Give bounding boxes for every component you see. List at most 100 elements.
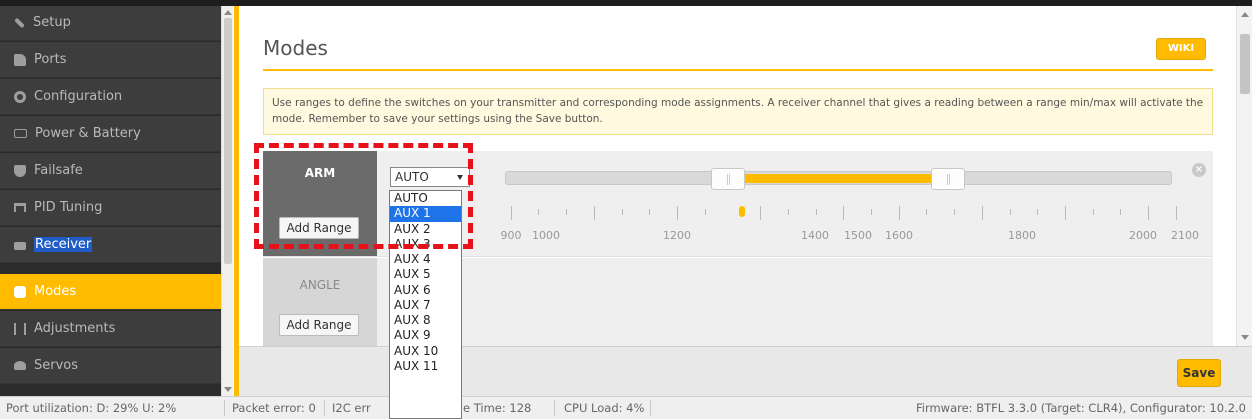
- channel-value-marker: [739, 206, 745, 217]
- scroll-up-arrow-icon[interactable]: [224, 10, 232, 15]
- add-range-button[interactable]: Add Range: [279, 217, 359, 239]
- receiver-icon: [14, 242, 26, 250]
- status-divider: [324, 400, 325, 416]
- scrollbar-thumb[interactable]: [224, 18, 232, 264]
- scale-label: 900: [500, 229, 522, 242]
- scale-tick: [1010, 209, 1011, 215]
- mode-name: ARM: [304, 166, 336, 180]
- dropdown-option[interactable]: AUTO: [390, 191, 461, 206]
- dropdown-option[interactable]: AUX 1: [390, 206, 461, 222]
- mode-name-box: ANGLE Add Range: [263, 258, 377, 347]
- scale-label: 1000: [532, 229, 560, 242]
- dropdown-option[interactable]: AUX 7: [390, 298, 461, 313]
- sidebar-item-receiver[interactable]: Receiver: [0, 227, 221, 263]
- range-min-handle[interactable]: [711, 168, 745, 190]
- shield-icon: [14, 164, 26, 177]
- sidebar-item-label: Ports: [34, 52, 67, 67]
- info-note: Use ranges to define the switches on you…: [263, 88, 1213, 135]
- sidebar-item-label: Modes: [34, 284, 77, 299]
- scale-tick: [843, 206, 844, 220]
- sidebar-item-label: Configuration: [34, 89, 123, 104]
- page-title: Modes: [263, 36, 328, 60]
- scale-tick: [511, 206, 512, 220]
- wrench-icon: [14, 17, 25, 28]
- channel-select[interactable]: AUTO: [390, 167, 470, 187]
- sidebar-scrollbar[interactable]: [221, 6, 233, 396]
- sidebar-item-ports[interactable]: Ports: [0, 42, 221, 78]
- scale-label: 2000: [1129, 229, 1157, 242]
- sidebar-item-failsafe[interactable]: Failsafe: [0, 153, 221, 189]
- scale-tick: [926, 209, 927, 215]
- sidebar: Setup Ports Configuration Power & Batter…: [0, 6, 221, 396]
- range-max-handle[interactable]: [931, 168, 965, 190]
- dropdown-option[interactable]: AUX 9: [390, 328, 461, 343]
- sidebar-item-adjustments[interactable]: Adjustments: [0, 311, 221, 347]
- add-range-button[interactable]: Add Range: [279, 314, 359, 336]
- sidebar-item-setup[interactable]: Setup: [0, 6, 221, 41]
- channel-select-value: AUTO: [395, 170, 429, 184]
- sidebar-item-power-battery[interactable]: Power & Battery: [0, 116, 221, 152]
- wiki-button[interactable]: WIKI: [1156, 38, 1206, 60]
- scroll-down-arrow-icon[interactable]: [224, 387, 232, 392]
- scroll-down-arrow-icon[interactable]: [1241, 335, 1249, 340]
- range-slider[interactable]: [505, 168, 1172, 190]
- status-divider: [554, 400, 555, 416]
- channel-dropdown-list[interactable]: AUTO AUX 1 AUX 2 AUX 3 AUX 4 AUX 5 AUX 6…: [389, 190, 462, 419]
- scale-tick: [566, 209, 567, 215]
- sidebar-item-label: PID Tuning: [34, 200, 103, 215]
- sidebar-item-configuration[interactable]: Configuration: [0, 79, 221, 115]
- scale-tick: [760, 206, 761, 220]
- scale-tick: [1120, 209, 1121, 215]
- firmware-info: Firmware: BTFL 3.3.0 (Target: CLR4), Con…: [915, 401, 1246, 415]
- sidebar-item-servos[interactable]: Servos: [0, 348, 221, 384]
- scale-tick: [622, 209, 623, 215]
- gear-icon: [14, 90, 26, 103]
- dropdown-option[interactable]: AUX 5: [390, 267, 461, 282]
- scale-tick: [816, 209, 817, 215]
- servo-icon: [14, 361, 26, 370]
- sidebar-item-label: Receiver: [34, 237, 93, 252]
- dropdown-option[interactable]: AUX 8: [390, 313, 461, 328]
- sidebar-item-pid-tuning[interactable]: PID Tuning: [0, 190, 221, 226]
- dropdown-option[interactable]: AUX 2: [390, 222, 461, 237]
- sidebar-item-label: Adjustments: [34, 321, 116, 336]
- scale-tick: [954, 209, 955, 215]
- dropdown-option[interactable]: AUX 11: [390, 359, 461, 374]
- scale-tick: [1037, 209, 1038, 215]
- scrollbar-thumb[interactable]: [1240, 34, 1250, 94]
- scroll-up-arrow-icon[interactable]: [1241, 12, 1249, 17]
- port-utilization: Port utilization: D: 29% U: 2%: [6, 401, 177, 415]
- scale-label: 1400: [801, 229, 829, 242]
- toggle-icon: [14, 285, 26, 298]
- remove-range-icon[interactable]: ×: [1192, 163, 1206, 177]
- cpu-load: CPU Load: 4%: [564, 401, 645, 415]
- cycle-time: e Time: 128: [463, 401, 532, 415]
- status-bar: Port utilization: D: 29% U: 2% Packet er…: [0, 396, 1252, 419]
- main-scrollbar[interactable]: [1236, 6, 1252, 346]
- scale-tick: [788, 209, 789, 215]
- mode-name: ANGLE: [299, 278, 341, 292]
- scale-tick: [594, 206, 595, 220]
- mode-name-box: ARM Add Range: [263, 151, 377, 256]
- scale-tick: [899, 206, 900, 220]
- dropdown-option[interactable]: AUX 10: [390, 344, 461, 359]
- dropdown-option[interactable]: AUX 4: [390, 252, 461, 267]
- sidebar-item-label: Setup: [33, 15, 71, 30]
- dropdown-option[interactable]: AUX 6: [390, 283, 461, 298]
- scale-tick: [705, 209, 706, 215]
- range-fill: [728, 174, 948, 183]
- scale-tick: [1148, 206, 1149, 220]
- scale-label: 1600: [885, 229, 913, 242]
- sidebar-item-modes[interactable]: Modes: [0, 274, 221, 310]
- scale-label: 1500: [844, 229, 872, 242]
- scale-tick: [1093, 209, 1094, 215]
- sidebar-item-label: Failsafe: [34, 163, 83, 178]
- scale-label: 1800: [1008, 229, 1036, 242]
- sliders-icon: [14, 322, 26, 335]
- sidebar-item-label: Servos: [34, 358, 79, 373]
- scale-tick: [538, 209, 539, 215]
- save-button[interactable]: Save: [1177, 359, 1221, 387]
- chevron-down-icon: [457, 175, 463, 180]
- packet-error: Packet error: 0: [232, 401, 316, 415]
- dropdown-option[interactable]: AUX 3: [390, 237, 461, 252]
